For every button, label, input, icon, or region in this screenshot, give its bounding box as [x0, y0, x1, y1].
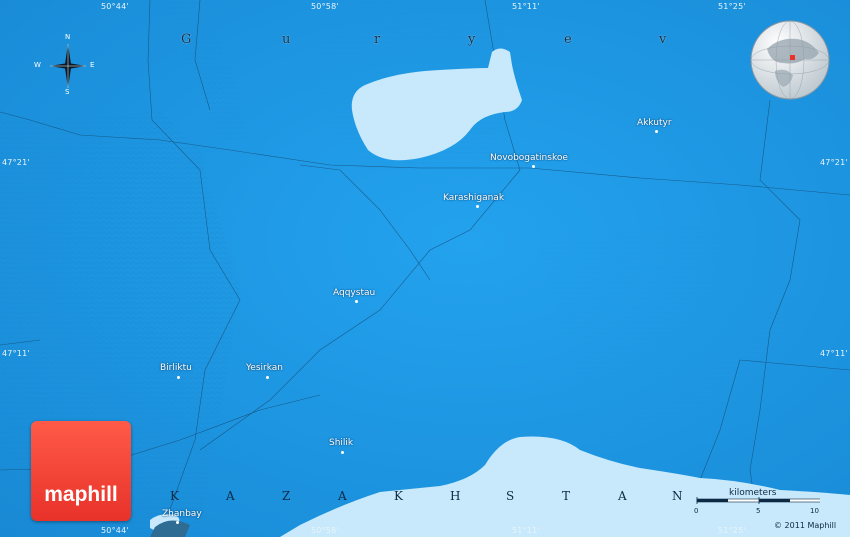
country-label-letter: Z: [282, 489, 291, 503]
copyright-text: © 2011 Maphill: [774, 521, 837, 530]
country-label-letter: T: [562, 489, 571, 503]
latitude-tick-right: 47°21': [820, 158, 848, 167]
place-label-shilik[interactable]: Shilik: [329, 438, 353, 448]
latitude-tick-left: 47°11': [2, 349, 30, 358]
place-label-novobogatinskoe[interactable]: Novobogatinskoe: [490, 153, 568, 163]
compass-south-label: S: [65, 88, 70, 96]
region-label-letter: e: [564, 32, 572, 47]
place-label-aqqystau[interactable]: Aqqystau: [333, 288, 375, 298]
region-label-letter: v: [659, 32, 667, 47]
scale-label: 0: [694, 507, 699, 515]
longitude-tick-top: 51°11': [512, 2, 540, 11]
longitude-tick-top: 50°44': [101, 2, 129, 11]
longitude-tick-bottom: 50°44': [101, 526, 129, 535]
place-label-akkutyr[interactable]: Akkutyr: [637, 118, 672, 128]
region-label-letter: G: [181, 32, 192, 47]
place-label-yesirkan[interactable]: Yesirkan: [246, 363, 283, 373]
place-marker-aqqystau[interactable]: [355, 300, 358, 303]
compass-north-label: N: [65, 33, 71, 41]
region-label-letter: y: [468, 32, 476, 47]
place-marker-yesirkan[interactable]: [266, 376, 269, 379]
region-label-letter: r: [374, 32, 381, 47]
compass-east-label: E: [90, 61, 95, 69]
country-label-letter: H: [450, 489, 461, 503]
scale-label: 5: [756, 507, 761, 515]
longitude-tick-bottom: 51°11': [512, 526, 540, 535]
latitude-tick-right: 47°11': [820, 349, 848, 358]
place-marker-akkutyr[interactable]: [655, 130, 658, 133]
compass-west-label: W: [34, 61, 41, 69]
country-label-letter: A: [618, 489, 627, 503]
maphill-logo[interactable]: maphill: [31, 421, 131, 521]
longitude-tick-top: 50°58': [311, 2, 339, 11]
region-label-letter: u: [282, 32, 291, 47]
logo-text: maphill: [44, 483, 118, 506]
place-marker-birliktu[interactable]: [177, 376, 180, 379]
longitude-tick-top: 51°25': [718, 2, 746, 11]
country-label-letter: K: [394, 489, 403, 503]
longitude-tick-bottom: 51°25': [718, 526, 746, 535]
compass-rose-icon: N S E W: [34, 33, 96, 96]
latitude-tick-left: 47°21': [2, 158, 30, 167]
place-marker-shilik[interactable]: [341, 451, 344, 454]
country-label-letter: A: [226, 489, 235, 503]
scale-label: 10: [810, 507, 819, 515]
place-marker-novobogatinskoe[interactable]: [532, 165, 535, 168]
country-label-letter: K: [170, 489, 179, 503]
map-canvas[interactable]: 50°44' 50°58' 51°11' 51°25' 50°44' 50°58…: [0, 0, 850, 537]
place-marker-zhanbay[interactable]: [176, 521, 179, 524]
scale-bar: [696, 497, 820, 504]
country-label-letter: S: [506, 489, 515, 503]
country-label-letter: N: [672, 489, 683, 503]
place-marker-karashiganak[interactable]: [476, 205, 479, 208]
place-label-birliktu[interactable]: Birliktu: [160, 363, 192, 373]
place-label-karashiganak[interactable]: Karashiganak: [443, 193, 504, 203]
place-label-zhanbay[interactable]: Zhanbay: [162, 509, 202, 519]
country-label-letter: A: [338, 489, 347, 503]
globe-locator-icon: [749, 19, 831, 101]
longitude-tick-bottom: 50°58': [311, 526, 339, 535]
